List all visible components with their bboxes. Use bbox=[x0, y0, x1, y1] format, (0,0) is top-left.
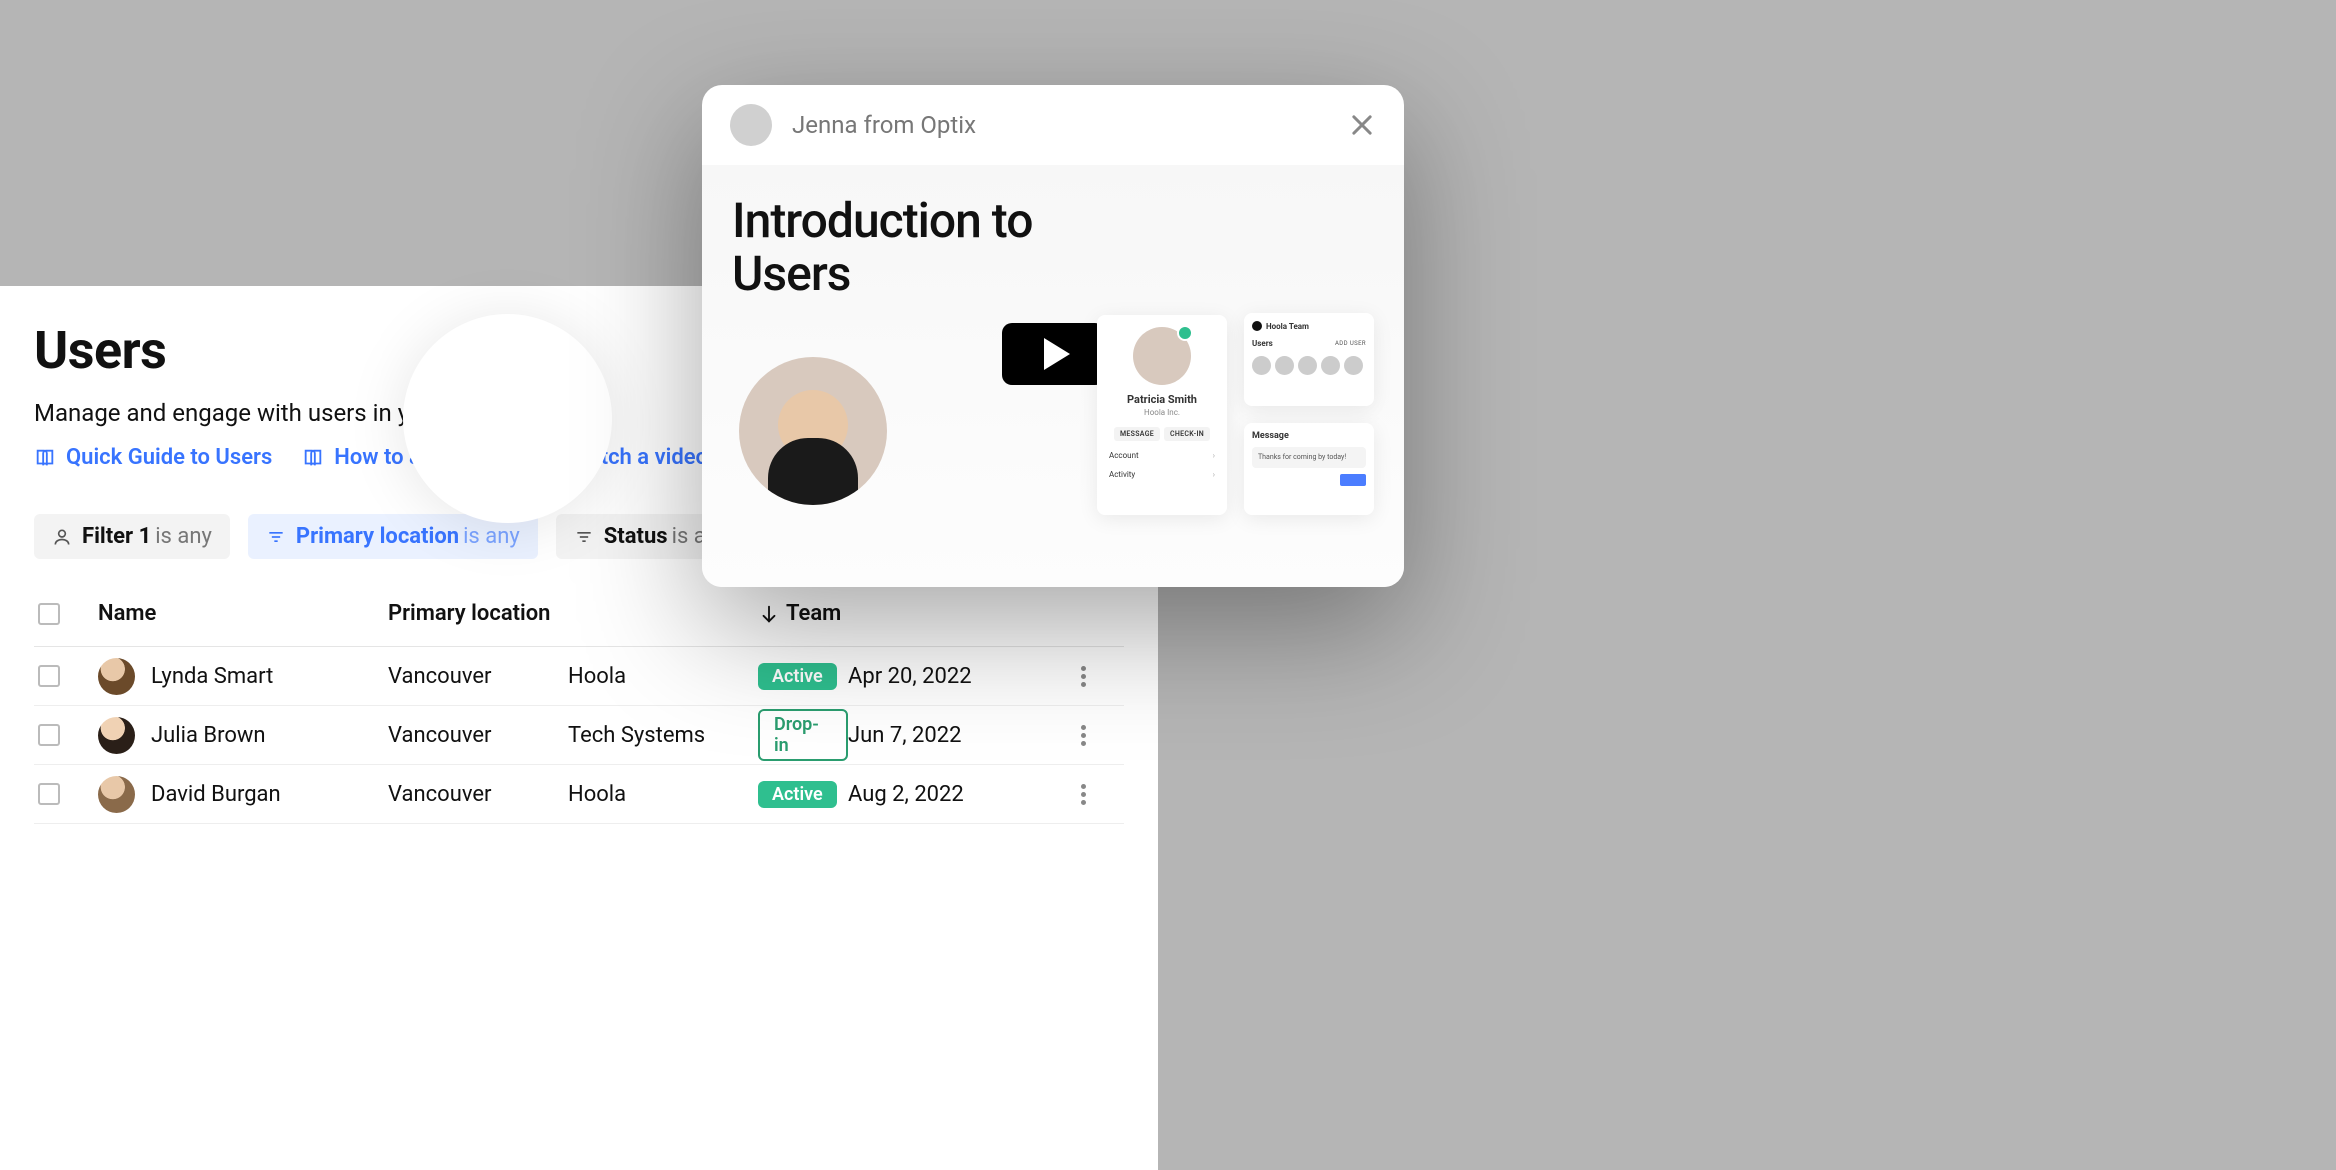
table-row[interactable]: Julia Brown Vancouver Tech Systems Drop-… bbox=[34, 706, 1124, 765]
user-team: Hoola bbox=[568, 664, 758, 689]
popup-header: Jenna from Optix bbox=[702, 85, 1404, 165]
table-row[interactable]: David Burgan Vancouver Hoola Active Aug … bbox=[34, 765, 1124, 824]
play-box-icon bbox=[538, 447, 560, 469]
table-row[interactable]: Lynda Smart Vancouver Hoola Active Apr 2… bbox=[34, 647, 1124, 706]
how-to-add-label: How to add Users bbox=[334, 445, 508, 470]
row-actions-menu[interactable] bbox=[1048, 725, 1118, 746]
popup-title: Introduction to Users bbox=[732, 195, 1072, 301]
row-actions-menu[interactable] bbox=[1048, 784, 1118, 805]
user-team: Tech Systems bbox=[568, 723, 758, 748]
filter-chip-primary-location[interactable]: Primary locationis any bbox=[248, 514, 538, 559]
mini-send-button bbox=[1340, 474, 1366, 486]
avatar bbox=[98, 776, 135, 813]
row-actions-menu[interactable] bbox=[1048, 666, 1118, 687]
watch-video-label: Watch a video bbox=[570, 445, 708, 470]
mini-profile-row: Account bbox=[1105, 451, 1219, 460]
user-location: Vancouver bbox=[388, 782, 568, 807]
mini-profile-card: Patricia Smith Hoola Inc. MESSAGE CHECK-… bbox=[1097, 315, 1227, 515]
users-table: Name Primary location Team Lynda Smart V… bbox=[34, 601, 1124, 824]
quick-guide-link[interactable]: Quick Guide to Users bbox=[34, 445, 272, 470]
verified-icon bbox=[1177, 325, 1193, 341]
avatar bbox=[1133, 327, 1191, 385]
popup-from-label: Jenna from Optix bbox=[792, 111, 976, 139]
status-badge: Active bbox=[758, 781, 837, 808]
status-badge: Active bbox=[758, 663, 837, 690]
mini-message-card: Message Thanks for coming by today! bbox=[1244, 423, 1374, 515]
filter-icon bbox=[574, 527, 594, 547]
mini-msg-body: Thanks for coming by today! bbox=[1252, 447, 1366, 468]
mini-profile-org: Hoola Inc. bbox=[1105, 408, 1219, 417]
col-team-label: Team bbox=[786, 601, 841, 626]
mini-profile-row: Activity bbox=[1105, 470, 1219, 479]
user-date: Jun 7, 2022 bbox=[848, 723, 1048, 748]
user-date: Aug 2, 2022 bbox=[848, 782, 1048, 807]
avatar bbox=[98, 658, 135, 695]
filter-chip-1[interactable]: Filter 1is any bbox=[34, 514, 230, 559]
quick-guide-label: Quick Guide to Users bbox=[66, 445, 272, 470]
mini-msg-title: Message bbox=[1252, 431, 1366, 441]
presenter-avatar bbox=[739, 357, 887, 505]
filter-2-suffix: is any bbox=[463, 524, 520, 549]
mini-checkin-btn: CHECK-IN bbox=[1164, 427, 1210, 441]
sort-desc-icon bbox=[758, 603, 780, 625]
book-icon bbox=[302, 447, 324, 469]
how-to-add-link[interactable]: How to add Users bbox=[302, 445, 508, 470]
close-icon[interactable] bbox=[1348, 111, 1376, 139]
filter-1-suffix: is any bbox=[155, 524, 212, 549]
col-location[interactable]: Primary location bbox=[388, 601, 568, 626]
mini-avatar-row bbox=[1252, 356, 1366, 375]
user-name: Lynda Smart bbox=[151, 664, 273, 689]
user-location: Vancouver bbox=[388, 664, 568, 689]
row-checkbox[interactable] bbox=[38, 783, 60, 805]
popup-body: Introduction to Users Patricia Smith Hoo… bbox=[702, 165, 1404, 587]
user-name: Julia Brown bbox=[151, 723, 266, 748]
person-icon bbox=[52, 527, 72, 547]
avatar bbox=[98, 717, 135, 754]
intro-popup: Jenna from Optix Introduction to Users P… bbox=[702, 85, 1404, 587]
mini-msg-btn: MESSAGE bbox=[1114, 427, 1160, 441]
mini-brand: Hoola Team bbox=[1266, 322, 1309, 331]
status-badge: Drop-in bbox=[758, 709, 848, 761]
filter-3-label: Status bbox=[604, 524, 668, 549]
mini-profile-name: Patricia Smith bbox=[1105, 393, 1219, 406]
mini-add-user: ADD USER bbox=[1335, 340, 1366, 347]
user-team: Hoola bbox=[568, 782, 758, 807]
user-location: Vancouver bbox=[388, 723, 568, 748]
mini-users-label: Users bbox=[1252, 339, 1273, 348]
table-header: Name Primary location Team bbox=[34, 601, 1124, 647]
filter-icon bbox=[266, 527, 286, 547]
col-team[interactable]: Team bbox=[758, 601, 848, 626]
book-icon bbox=[34, 447, 56, 469]
row-checkbox[interactable] bbox=[38, 724, 60, 746]
row-checkbox[interactable] bbox=[38, 665, 60, 687]
user-date: Apr 20, 2022 bbox=[848, 664, 1048, 689]
brand-logo-icon bbox=[1252, 321, 1262, 331]
col-name[interactable]: Name bbox=[98, 601, 388, 626]
watch-video-link[interactable]: Watch a video bbox=[538, 445, 708, 470]
filter-1-label: Filter 1 bbox=[82, 524, 151, 549]
mini-users-card: Hoola Team Users ADD USER bbox=[1244, 313, 1374, 406]
user-name: David Burgan bbox=[151, 782, 281, 807]
avatar bbox=[730, 104, 772, 146]
play-button[interactable] bbox=[1002, 323, 1105, 385]
filter-2-label: Primary location bbox=[296, 524, 459, 549]
select-all-checkbox[interactable] bbox=[38, 603, 60, 625]
